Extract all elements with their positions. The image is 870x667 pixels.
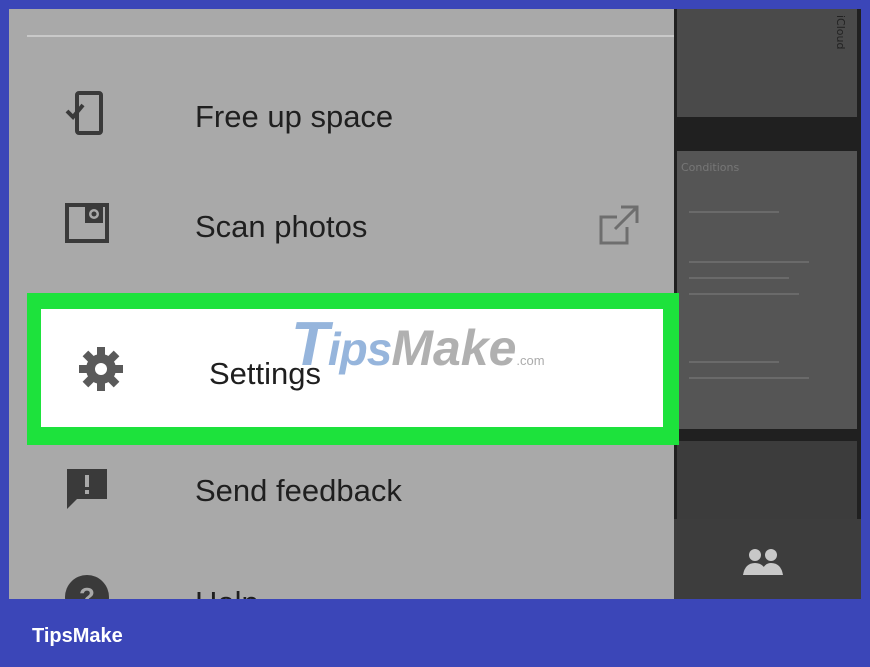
menu-item-label: Scan photos <box>195 209 368 244</box>
text-line <box>689 211 779 213</box>
menu-item-label: Free up space <box>195 99 394 134</box>
phone-check-icon <box>65 91 103 135</box>
svg-text:?: ? <box>79 582 95 599</box>
menu-item-free-up-space[interactable]: Free up space <box>9 59 674 169</box>
menu-item-settings[interactable]: Settings <box>27 293 679 445</box>
menu-item-label: Help <box>195 585 259 599</box>
menu-item-label: Send feedback <box>195 473 402 508</box>
text-line <box>689 261 809 263</box>
text-line <box>689 293 799 295</box>
people-icon[interactable] <box>733 547 793 577</box>
thumbnail-caption: iCloud <box>834 15 847 50</box>
menu-item-scan-photos[interactable]: Scan photos <box>9 169 674 279</box>
brand-name: TipsMake <box>32 625 123 647</box>
screenshot-frame: iCloud Conditions Free up space Scan pho… <box>9 9 861 599</box>
settings-highlight-box: Settings <box>41 309 663 427</box>
divider <box>27 35 674 37</box>
photo-thumbnail[interactable]: iCloud <box>677 9 857 117</box>
gear-icon <box>79 347 123 391</box>
text-line <box>689 361 779 363</box>
help-icon: ? <box>65 575 109 599</box>
external-link-icon[interactable] <box>597 203 641 247</box>
menu-item-send-feedback[interactable]: Send feedback <box>9 433 674 543</box>
feedback-icon <box>67 469 107 509</box>
bottom-navigation <box>669 519 861 599</box>
footer-bar: TipsMake <box>0 599 870 667</box>
menu-item-help[interactable]: ? Help <box>9 539 674 599</box>
menu-item-label: Settings <box>209 356 322 391</box>
text-line <box>689 277 789 279</box>
photo-gallery-background: iCloud Conditions <box>669 9 861 599</box>
photo-thumbnail[interactable]: Conditions <box>677 151 857 429</box>
thumbnail-caption: Conditions <box>681 161 740 174</box>
photo-thumbnail[interactable] <box>677 441 857 519</box>
text-line <box>689 377 809 379</box>
photo-scan-icon <box>65 203 109 243</box>
